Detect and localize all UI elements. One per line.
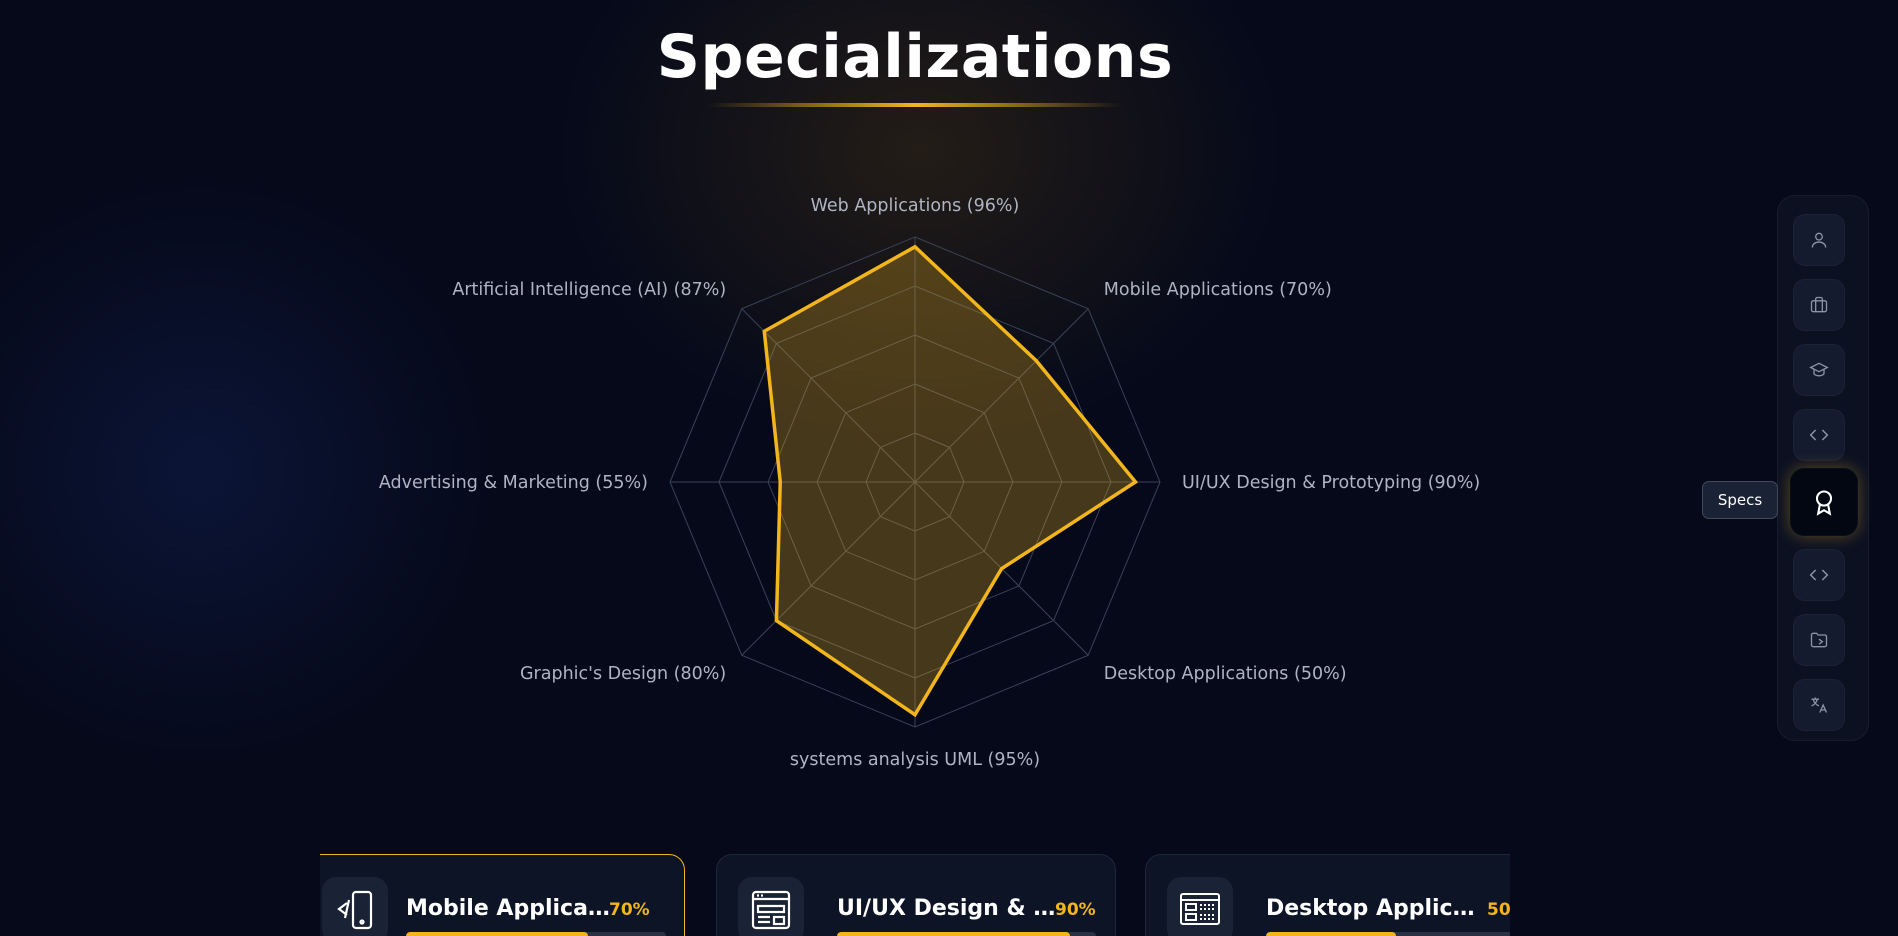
axis-label: Mobile Applications (70%) (1104, 280, 1332, 300)
progress-bar (837, 932, 1096, 936)
card-percent: 70% (609, 900, 650, 920)
award-icon (1815, 490, 1833, 516)
folder-icon (1810, 632, 1828, 648)
nav-about-button[interactable] (1793, 214, 1845, 266)
axis-label: Artificial Intelligence (AI) (87%) (452, 280, 726, 300)
progress-bar (406, 932, 666, 936)
axis-label: Desktop Applications (50%) (1104, 664, 1347, 684)
card-title: Desktop Applicatio… (1266, 896, 1488, 921)
axis-label: Advertising & Marketing (55%) (379, 473, 648, 493)
progress-fill (837, 932, 1071, 936)
ui-layout-icon (751, 890, 791, 930)
card-desktop-applications[interactable]: Desktop Applicatio… 50% (1145, 854, 1510, 936)
desktop-app-icon (1180, 893, 1220, 925)
axis-label: Web Applications (96%) (811, 196, 1020, 216)
card-title: UI/UX Design & Pr… (837, 896, 1059, 921)
radar-chart: Web Applications (96%) Mobile Application… (379, 196, 1480, 770)
nav-language-button[interactable] (1793, 679, 1845, 731)
nav-education-button[interactable] (1793, 344, 1845, 396)
nav-specs-button[interactable] (1790, 468, 1858, 536)
user-icon (1811, 232, 1827, 248)
nav-projects-button[interactable] (1793, 549, 1845, 601)
card-percent: 90% (1055, 900, 1096, 920)
card-icon-box (738, 877, 804, 936)
mobile-code-icon (337, 890, 373, 930)
nav-skills-button[interactable] (1793, 409, 1845, 461)
code-icon (1809, 569, 1829, 581)
progress-fill (1266, 932, 1396, 936)
card-percent: 50% (1487, 900, 1510, 920)
card-title: Mobile Applications (406, 896, 611, 921)
code-icon (1809, 429, 1829, 441)
nav-tooltip: Specs (1702, 481, 1778, 519)
card-icon-box (322, 877, 388, 936)
axis-label: UI/UX Design & Prototyping (90%) (1182, 473, 1480, 493)
card-icon-box (1167, 877, 1233, 936)
card-mobile-applications[interactable]: Mobile Applications 70% (320, 854, 685, 936)
specialization-cards: Mobile Applications 70% UI/UX Design & P… (320, 854, 1510, 936)
card-ui-ux-design[interactable]: UI/UX Design & Pr… 90% (716, 854, 1116, 936)
progress-bar (1266, 932, 1510, 936)
axis-label: systems analysis UML (95%) (790, 750, 1040, 770)
nav-experience-button[interactable] (1793, 279, 1845, 331)
nav-portfolio-button[interactable] (1793, 614, 1845, 666)
graduation-cap-icon (1809, 362, 1829, 377)
translate-icon (1811, 697, 1828, 713)
briefcase-icon (1810, 296, 1828, 313)
progress-fill (406, 932, 588, 936)
sidebar-nav (1777, 195, 1869, 741)
axis-label: Graphic's Design (80%) (520, 664, 726, 684)
